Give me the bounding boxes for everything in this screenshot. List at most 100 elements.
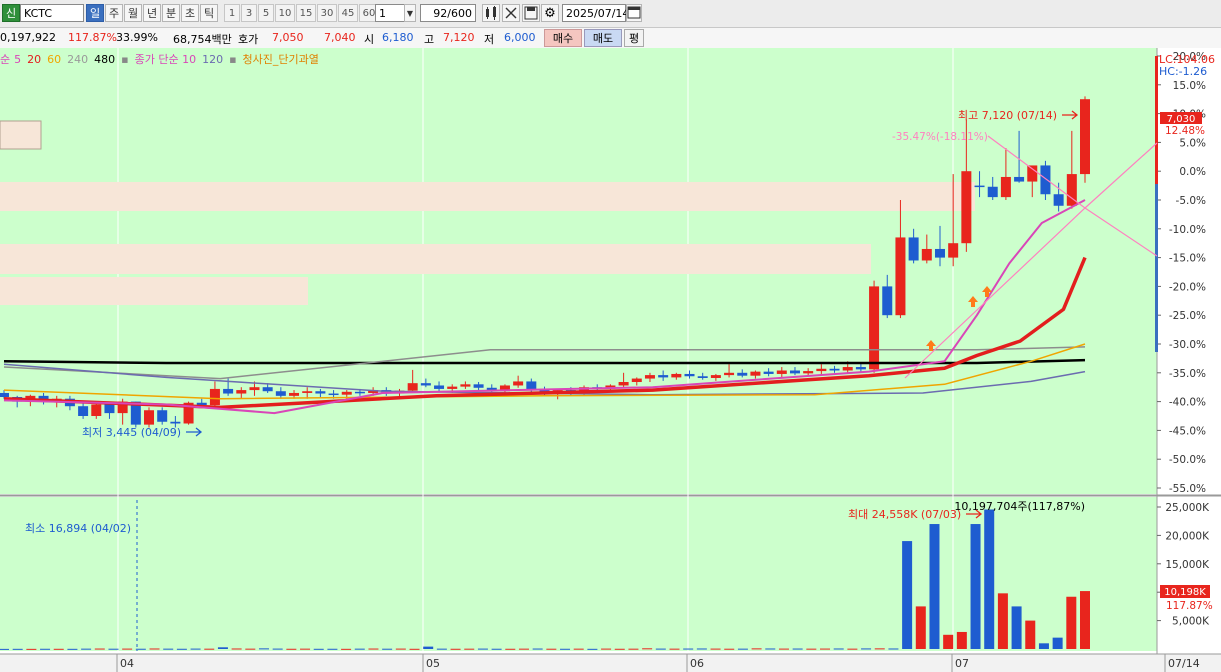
period-button-6[interactable]: 틱 [200, 4, 218, 22]
date-input[interactable]: 2025/07/14 [562, 4, 629, 22]
legend-ma5[interactable]: 5 [14, 53, 21, 66]
interval-button-15[interactable]: 15 [296, 4, 316, 22]
volume-bar [26, 648, 37, 650]
interval-button-10[interactable]: 10 [275, 4, 295, 22]
volume-bar [12, 648, 23, 650]
volume-bar [53, 648, 64, 650]
candle-body [104, 404, 115, 414]
quote-label: 호가 [238, 33, 259, 46]
volume-bar [176, 648, 187, 650]
candle-settings-icon[interactable] [482, 4, 500, 22]
candle-body [249, 387, 260, 391]
legend-ma480[interactable]: 480 [94, 53, 115, 66]
candle-body [816, 368, 827, 372]
interval-button-3[interactable]: 3 [241, 4, 257, 22]
candle-body [513, 381, 524, 386]
volume-bar [423, 646, 434, 649]
volume-bar [1025, 620, 1036, 649]
volume-bar [313, 648, 324, 650]
low-label: 저 [484, 33, 495, 46]
interval-button-1[interactable]: 1 [224, 4, 240, 22]
last-price-label: 7,030 [1167, 114, 1196, 125]
gear-icon[interactable]: ⚙ [541, 4, 559, 22]
legend-ma240[interactable]: 240 [67, 53, 88, 66]
legend-close-ma120[interactable]: 120 [202, 53, 223, 66]
volume-max-label: 최대 24,558K (07/03) [848, 508, 961, 521]
sell-button[interactable]: 매도 [584, 29, 622, 47]
volume-bar [40, 648, 51, 650]
range-bar-down [1155, 184, 1158, 352]
volume-bar [943, 634, 954, 649]
candle-body [420, 383, 431, 386]
volume-bar [327, 648, 338, 650]
candle-body [0, 392, 9, 397]
volume-bar [833, 648, 844, 650]
count-input[interactable]: 92/600 [420, 4, 476, 22]
period-button-5[interactable]: 초 [181, 4, 199, 22]
stock-chart[interactable]: 0405060707/1420.0%15.0%10.0%5.0%0.0%-5.0… [0, 48, 1221, 672]
volume-bar [204, 648, 215, 650]
candle-body [908, 237, 919, 261]
save-icon[interactable] [522, 4, 540, 22]
volume-bar [272, 648, 283, 650]
eval-button[interactable]: 평 [624, 29, 644, 47]
price-tick-label: 0.0% [1179, 166, 1206, 178]
candle-body [473, 384, 484, 388]
legend-ma60[interactable]: 60 [47, 53, 61, 66]
interval-button-30[interactable]: 30 [317, 4, 337, 22]
ask-price: 7,050 [272, 31, 304, 44]
interval-select[interactable]: 1 [375, 4, 405, 22]
scissors-icon[interactable] [502, 4, 520, 22]
buy-button[interactable]: 매수 [544, 29, 582, 47]
zone-band [0, 244, 871, 274]
interval-button-5[interactable]: 5 [258, 4, 274, 22]
symbol-input[interactable]: KCTC [20, 4, 84, 22]
turnover-ratio: 33.99% [116, 31, 158, 44]
candle-body [447, 386, 458, 389]
volume-bar [491, 648, 502, 650]
volume-bar [217, 647, 228, 649]
legend-close-ma[interactable]: 종가 단순 10 [135, 53, 196, 66]
volume-bar [1011, 606, 1022, 649]
legend-ma20[interactable]: 20 [27, 53, 41, 66]
period-button-3[interactable]: 년 [143, 4, 161, 22]
candle-body [341, 391, 352, 395]
candle-body [987, 186, 998, 198]
count-value: 92 [433, 7, 448, 20]
period-button-2[interactable]: 월 [124, 4, 142, 22]
calendar-icon[interactable] [626, 4, 642, 22]
period-button-0[interactable]: 일 [86, 4, 104, 22]
candle-body [144, 410, 155, 425]
interval-dropdown-button[interactable]: ▼ [404, 4, 416, 22]
candle-body [737, 372, 748, 376]
volume-bar [300, 648, 311, 650]
legend-blue-sky[interactable]: 청사진_단기과열 [243, 53, 319, 66]
price-tick-label: -35.0% [1169, 368, 1206, 380]
date-label: 04 [120, 657, 134, 670]
period-button-4[interactable]: 분 [162, 4, 180, 22]
candle-body [407, 383, 418, 391]
market-badge[interactable]: 신 [2, 4, 20, 22]
interval-button-45[interactable]: 45 [338, 4, 358, 22]
candle-body [961, 171, 972, 244]
price-tick-label: 15.0% [1173, 80, 1206, 92]
volume-bar [1080, 591, 1090, 649]
volume-bar [765, 648, 776, 650]
volume-bar [368, 648, 379, 650]
candle-body [697, 376, 708, 378]
volume-bar [163, 648, 174, 650]
candle-body [1014, 176, 1025, 182]
volume-bar [1038, 643, 1049, 649]
volume-bar [108, 648, 119, 650]
period-button-1[interactable]: 주 [105, 4, 123, 22]
high-label: 고 [424, 33, 435, 46]
candle-body [275, 391, 286, 396]
volume-bar [724, 648, 735, 650]
volume-tick-label: 20,000K [1165, 530, 1210, 542]
volume-bar [1052, 637, 1063, 649]
date-label: 06 [690, 657, 704, 670]
volume-bar [149, 648, 160, 650]
volume-bar [956, 631, 967, 649]
candle-body [882, 286, 893, 316]
candle-body [262, 387, 273, 392]
